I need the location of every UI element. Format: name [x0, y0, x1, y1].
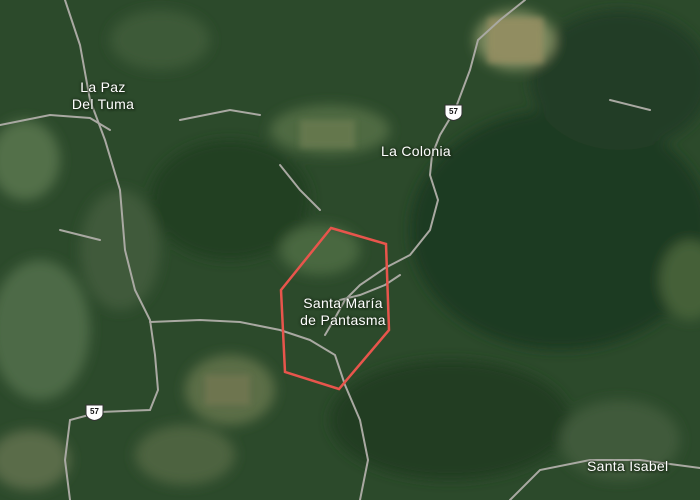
route-shield-north: 57: [444, 104, 463, 121]
place-label-santa-isabel[interactable]: Santa Isabel: [587, 458, 668, 475]
satellite-terrain: [0, 0, 700, 500]
map-view[interactable]: 57 57 La Paz Del Tuma La Colonia Santa M…: [0, 0, 700, 500]
route-shield-number: 57: [449, 107, 458, 116]
place-label-line: Santa María: [303, 295, 383, 311]
place-label-la-colonia[interactable]: La Colonia: [381, 143, 451, 160]
place-label-line: Santa Isabel: [587, 458, 669, 474]
place-label-la-paz-del-tuma[interactable]: La Paz Del Tuma: [58, 79, 148, 113]
route-shield-south: 57: [85, 404, 104, 421]
place-label-line: Del Tuma: [71, 96, 135, 112]
place-label-line: La Colonia: [381, 143, 451, 159]
place-label-santa-maria[interactable]: Santa María de Pantasma: [282, 295, 404, 329]
route-shield-number: 57: [90, 407, 99, 416]
place-label-line: La Paz: [80, 79, 126, 95]
place-label-line: de Pantasma: [300, 312, 386, 328]
